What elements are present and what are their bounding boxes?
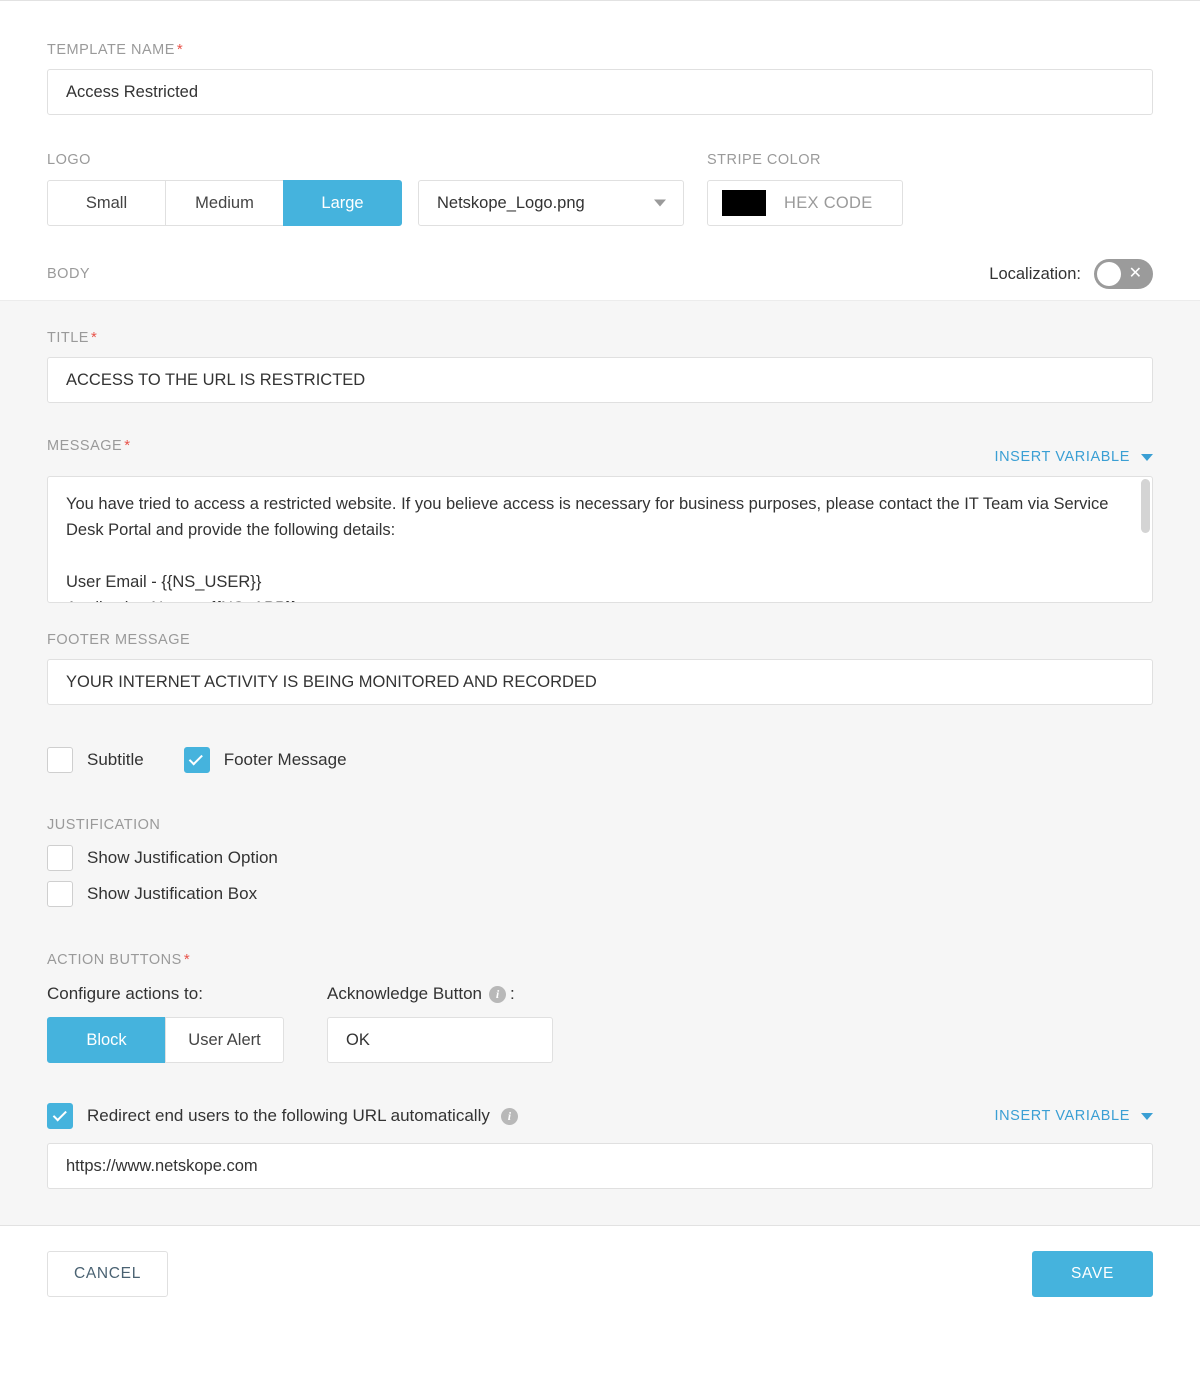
message-textarea[interactable]: You have tried to access a restricted we… <box>48 477 1152 602</box>
acknowledge-button-input[interactable]: OK <box>327 1017 553 1063</box>
footer-message-label: FOOTER MESSAGE <box>47 632 191 648</box>
body-label: BODY <box>47 266 91 282</box>
configure-actions-column: Configure actions to: Block User Alert <box>47 984 327 1063</box>
footer-message-checkbox[interactable] <box>183 747 210 773</box>
configure-actions-label: Configure actions to: <box>47 984 203 1003</box>
stripe-color-label: STRIPE COLOR <box>707 152 821 168</box>
footer-action-bar: CANCEL SAVE <box>0 1226 1200 1322</box>
show-justification-box-label[interactable]: Show Justification Box <box>87 884 257 904</box>
scrollbar-thumb[interactable] <box>1141 479 1150 533</box>
close-icon: ✕ <box>1128 265 1142 282</box>
chevron-down-icon <box>1141 1112 1153 1120</box>
redirect-checkbox-label[interactable]: Redirect end users to the following URL … <box>87 1106 490 1126</box>
show-justification-option-label[interactable]: Show Justification Option <box>87 848 278 868</box>
info-icon[interactable]: i <box>489 985 506 1003</box>
message-label: MESSAGE * <box>47 437 131 454</box>
action-mode-block-button[interactable]: Block <box>47 1017 166 1063</box>
check-icon <box>52 1106 67 1121</box>
message-header: MESSAGE * INSERT VARIABLE <box>47 437 1153 465</box>
show-justification-box-row: Show Justification Box <box>47 881 1153 907</box>
show-justification-option-checkbox[interactable] <box>47 845 73 871</box>
insert-variable-label: INSERT VARIABLE <box>994 449 1130 465</box>
localization-toggle[interactable]: ✕ <box>1094 259 1153 289</box>
required-asterisk: * <box>90 329 98 346</box>
template-editor-page: TEMPLATE NAME * Access Restricted LOGO Sm… <box>0 0 1200 1376</box>
justification-section: JUSTIFICATION Show Justification Option … <box>47 817 1153 907</box>
required-asterisk: * <box>183 951 191 968</box>
template-name-label: TEMPLATE NAME * <box>47 41 184 58</box>
title-label: TITLE * <box>47 329 98 346</box>
message-scrollbar[interactable] <box>1141 479 1150 602</box>
cancel-button[interactable]: CANCEL <box>47 1251 168 1297</box>
logo-stripe-row: LOGO Small Medium Large Netskope_Logo.pn… <box>47 151 1153 248</box>
required-asterisk: * <box>124 437 131 454</box>
message-insert-variable-button[interactable]: INSERT VARIABLE <box>994 449 1153 465</box>
localization-control: Localization: ✕ <box>989 259 1153 289</box>
footer-message-field: FOOTER MESSAGE YOUR INTERNET ACTIVITY IS… <box>47 603 1153 705</box>
redirect-url-field: https://www.netskope.com <box>47 1143 1153 1189</box>
stripe-color-picker[interactable]: HEX CODE <box>707 180 903 226</box>
title-input[interactable]: ACCESS TO THE URL IS RESTRICTED <box>47 357 1153 403</box>
show-justification-option-row: Show Justification Option <box>47 845 1153 871</box>
check-icon <box>188 750 204 765</box>
redirect-row: Redirect end users to the following URL … <box>47 1103 1153 1129</box>
localization-label: Localization: <box>989 264 1081 283</box>
logo-file-select[interactable]: Netskope_Logo.png <box>418 180 684 226</box>
top-section: TEMPLATE NAME * Access Restricted LOGO Sm… <box>0 1 1200 300</box>
action-buttons-label: ACTION BUTTONS * <box>47 951 191 968</box>
required-asterisk: * <box>176 41 184 58</box>
hex-code-placeholder: HEX CODE <box>784 193 873 212</box>
acknowledge-colon: : <box>510 984 515 1003</box>
footer-message-checkbox-label[interactable]: Footer Message <box>224 750 347 770</box>
acknowledge-button-label-row: Acknowledge Button i : <box>327 984 553 1004</box>
logo-size-small-button[interactable]: Small <box>47 180 166 226</box>
insert-variable-label: INSERT VARIABLE <box>994 1108 1130 1124</box>
subtitle-checkbox[interactable] <box>47 747 73 773</box>
show-justification-box-checkbox[interactable] <box>47 881 73 907</box>
template-name-input[interactable]: Access Restricted <box>47 69 1153 115</box>
toggle-knob <box>1097 262 1121 286</box>
color-swatch[interactable] <box>722 190 766 216</box>
template-name-field: TEMPLATE NAME * Access Restricted <box>47 1 1153 115</box>
redirect-insert-variable-button[interactable]: INSERT VARIABLE <box>994 1108 1153 1124</box>
acknowledge-button-label: Acknowledge Button <box>327 984 482 1003</box>
logo-group: LOGO Small Medium Large Netskope_Logo.pn… <box>47 151 707 226</box>
info-icon[interactable]: i <box>500 1107 518 1125</box>
subtitle-checkbox-row: Subtitle <box>47 747 144 773</box>
redirect-checkbox[interactable] <box>47 1103 73 1129</box>
acknowledge-button-column: Acknowledge Button i : OK <box>327 984 553 1063</box>
action-columns: Configure actions to: Block User Alert A… <box>47 984 1153 1063</box>
action-buttons-section: ACTION BUTTONS * Configure actions to: Bl… <box>47 951 1153 1063</box>
logo-label: LOGO <box>47 152 91 168</box>
action-mode-user-alert-button[interactable]: User Alert <box>165 1017 284 1063</box>
save-button[interactable]: SAVE <box>1032 1251 1153 1297</box>
action-mode-segmented-control: Block User Alert <box>47 1017 327 1063</box>
stripe-color-group: STRIPE COLOR HEX CODE <box>707 151 903 226</box>
chevron-down-icon <box>1141 453 1153 461</box>
message-field: MESSAGE * INSERT VARIABLE You have tried … <box>47 403 1153 603</box>
justification-label: JUSTIFICATION <box>47 817 161 833</box>
footer-message-input[interactable]: YOUR INTERNET ACTIVITY IS BEING MONITORE… <box>47 659 1153 705</box>
body-section: TITLE * ACCESS TO THE URL IS RESTRICTED M… <box>0 300 1200 1226</box>
logo-file-select-wrapper: Netskope_Logo.png <box>418 180 684 226</box>
subtitle-checkbox-label[interactable]: Subtitle <box>87 750 144 770</box>
footer-message-checkbox-row: Footer Message <box>183 747 347 773</box>
logo-size-large-button[interactable]: Large <box>283 180 402 226</box>
body-toggles-row: Subtitle Footer Message <box>47 747 1153 773</box>
logo-size-medium-button[interactable]: Medium <box>165 180 284 226</box>
redirect-url-input[interactable]: https://www.netskope.com <box>47 1143 1153 1189</box>
body-header-row: BODY Localization: ✕ <box>47 248 1153 300</box>
logo-size-segmented-control: Small Medium Large <box>47 180 402 226</box>
redirect-checkbox-row: Redirect end users to the following URL … <box>47 1103 522 1129</box>
title-field: TITLE * ACCESS TO THE URL IS RESTRICTED <box>47 301 1153 403</box>
message-textarea-wrapper: You have tried to access a restricted we… <box>47 476 1153 603</box>
